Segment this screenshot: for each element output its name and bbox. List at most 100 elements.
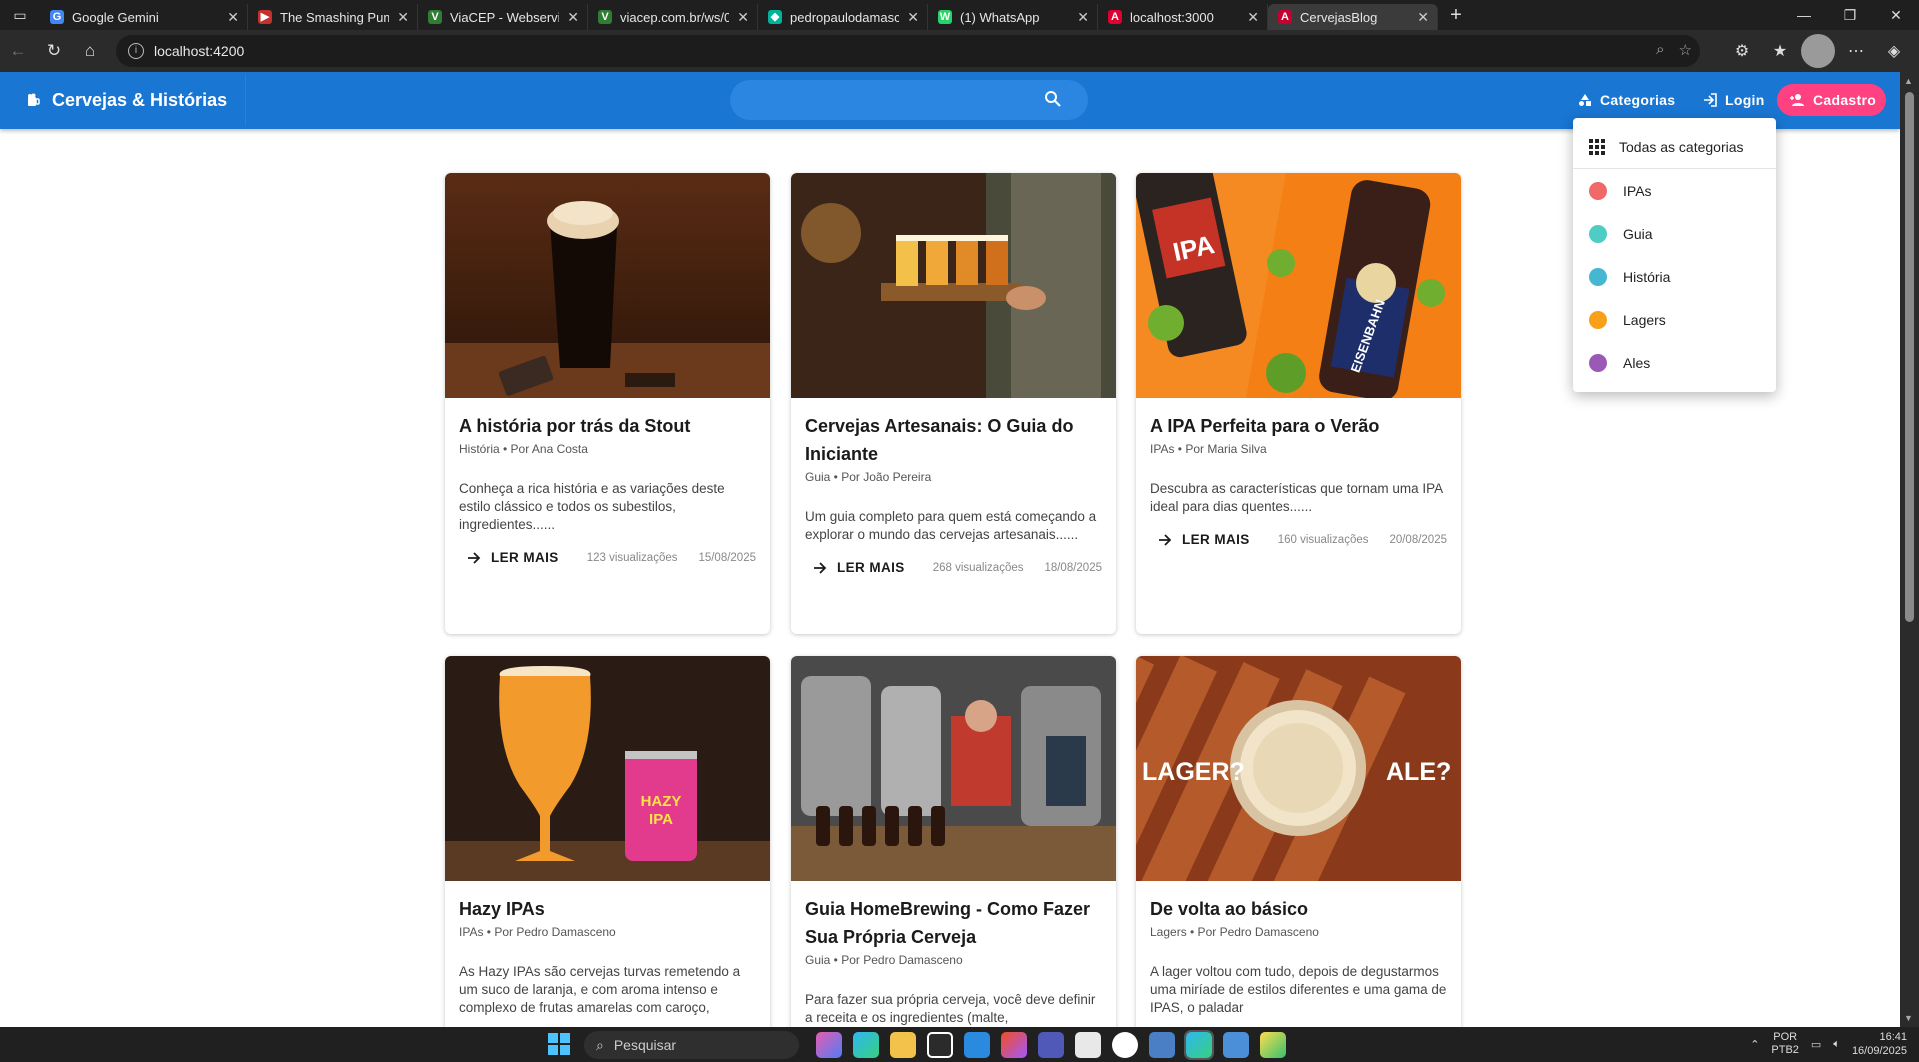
close-icon[interactable]: ✕ (227, 9, 239, 26)
notepad-icon[interactable] (1223, 1032, 1249, 1058)
clock[interactable]: 16:41 16/09/2025 (1852, 1030, 1907, 1058)
scroll-up-icon[interactable]: ▲ (1904, 76, 1913, 86)
signup-button[interactable]: Cadastro (1777, 84, 1886, 116)
read-more-button[interactable]: LER MAIS (1150, 532, 1250, 547)
tab-title: Google Gemini (72, 9, 159, 25)
page-scrollbar[interactable]: ▲ ▼ (1900, 72, 1919, 1027)
scrollbar-thumb[interactable] (1905, 92, 1914, 622)
close-icon[interactable]: ✕ (1077, 9, 1089, 26)
home-icon[interactable]: ⌂ (72, 33, 108, 69)
search-input[interactable] (730, 80, 1088, 120)
category-item-ipas[interactable]: IPAs (1573, 169, 1776, 212)
post-title[interactable]: Hazy IPAs (459, 895, 756, 923)
new-tab-button[interactable]: + (1438, 4, 1474, 27)
post-image[interactable] (445, 173, 770, 398)
read-more-button[interactable]: LER MAIS (459, 550, 559, 565)
post-title[interactable]: A história por trás da Stout (459, 412, 756, 440)
category-label: História (1623, 268, 1671, 285)
figma-icon[interactable] (1001, 1032, 1027, 1058)
scroll-down-icon[interactable]: ▼ (1904, 1013, 1913, 1023)
category-item-história[interactable]: História (1573, 255, 1776, 298)
post-title[interactable]: De volta ao básico (1150, 895, 1447, 923)
post-body: Guia HomeBrewing - Como Fazer Sua Própri… (791, 881, 1116, 1027)
app-icon[interactable] (1112, 1032, 1138, 1058)
browser-tab[interactable]: W (1) WhatsApp ✕ (928, 4, 1098, 30)
site-info-icon[interactable]: i (128, 43, 144, 59)
post-excerpt: Um guia completo para quem está começand… (805, 509, 1097, 542)
category-item-guia[interactable]: Guia (1573, 212, 1776, 255)
post-card: Cervejas Artesanais: O Guia do Iniciante… (791, 173, 1116, 634)
reload-icon[interactable]: ↻ (36, 33, 72, 69)
browser-tab[interactable]: ◆ pedropaulodamasceno | Ne ✕ (758, 4, 928, 30)
copilot-icon[interactable]: ◈ (1877, 34, 1911, 68)
close-icon[interactable]: ✕ (1417, 9, 1429, 26)
app-icon[interactable] (1260, 1032, 1286, 1058)
browser-tab[interactable]: G Google Gemini ✕ (40, 4, 248, 30)
network-icon[interactable]: ▭ (1811, 1038, 1821, 1051)
browser-tab[interactable]: Vviacep.com.br/ws/010010 ✕ (588, 4, 758, 30)
close-icon[interactable]: ✕ (737, 9, 749, 26)
copilot-app-icon[interactable] (816, 1032, 842, 1058)
tab-favicon-icon: ▶ (258, 10, 272, 24)
post-image[interactable]: LAGER? ALE? (1136, 656, 1461, 881)
language-indicator[interactable]: POR PTB2 (1771, 1031, 1799, 1057)
post-title[interactable]: A IPA Perfeita para o Verão (1150, 412, 1447, 440)
minimize-icon[interactable]: — (1781, 0, 1827, 30)
zoom-icon[interactable]: ⌕ (1656, 41, 1664, 59)
browser-tab[interactable]: A CervejasBlog ✕ (1268, 4, 1438, 30)
login-button[interactable]: Login (1703, 84, 1765, 116)
post-image[interactable] (791, 656, 1116, 881)
brand-link[interactable]: Cervejas & Histórias (6, 74, 246, 126)
chevron-up-icon[interactable]: ⌃ (1750, 1038, 1759, 1051)
category-item-ales[interactable]: Ales (1573, 341, 1776, 384)
close-window-icon[interactable]: ✕ (1873, 0, 1919, 30)
post-image[interactable]: IPA EISENBAHN (1136, 173, 1461, 398)
edge-active-icon[interactable] (1184, 1030, 1214, 1060)
categories-button[interactable]: Categorias (1578, 84, 1675, 116)
close-icon[interactable]: ✕ (1247, 9, 1259, 26)
post-footer: LER MAIS 123 visualizações 15/08/2025 (459, 550, 756, 565)
svg-text:LAGER?: LAGER? (1142, 758, 1245, 786)
restore-icon[interactable]: ❐ (1827, 0, 1873, 30)
intellij-icon[interactable] (927, 1032, 953, 1058)
browser-tab[interactable]: ▶ The Smashing Pumpkins - T ✕ (248, 4, 418, 30)
post-title[interactable]: Cervejas Artesanais: O Guia do Iniciante (805, 412, 1102, 468)
vscode-icon[interactable] (964, 1032, 990, 1058)
favorite-star-icon[interactable]: ☆ (1679, 41, 1692, 59)
back-icon[interactable]: ← (0, 33, 36, 69)
post-body: A história por trás da Stout História • P… (445, 398, 770, 565)
post-card: LAGER? ALE? De volta ao básico Lagers • Por… (1136, 656, 1461, 1027)
category-item-lagers[interactable]: Lagers (1573, 298, 1776, 341)
windows-start-icon[interactable] (548, 1033, 570, 1055)
edge-app-icon[interactable] (853, 1032, 879, 1058)
close-icon[interactable]: ✕ (907, 9, 919, 26)
post-title[interactable]: Guia HomeBrewing - Como Fazer Sua Própri… (805, 895, 1102, 951)
arrow-right-icon (814, 561, 827, 574)
category-item-all[interactable]: Todas as categorias (1573, 126, 1776, 169)
app-icon[interactable] (1149, 1032, 1175, 1058)
browser-tab[interactable]: Alocalhost:3000 ✕ (1098, 4, 1268, 30)
window-controls: — ❐ ✕ (1781, 0, 1919, 30)
taskbar-search[interactable]: ⌕ Pesquisar (584, 1031, 799, 1059)
post-image[interactable]: HAZY IPA (445, 656, 770, 881)
address-bar[interactable]: i localhost:4200 ⌕ ☆ (116, 35, 1700, 67)
teams-icon[interactable] (1038, 1032, 1064, 1058)
browser-tab[interactable]: V ViaCEP - Webservice CEP e ✕ (418, 4, 588, 30)
more-menu-icon[interactable]: ⋯ (1839, 34, 1873, 68)
search-icon[interactable] (1044, 90, 1062, 108)
profile-icon[interactable] (1801, 34, 1835, 68)
login-icon (1704, 93, 1717, 107)
browser-tab-strip: ▭ G Google Gemini ✕ ▶ The Smashing Pumpkins … (0, 0, 1919, 30)
extensions-icon[interactable]: ⚙ (1725, 34, 1759, 68)
close-icon[interactable]: ✕ (397, 9, 409, 26)
browser-toolbar: ← ↻ ⌂ i localhost:4200 ⌕ ☆ ⚙ ★ ⋯ ◈ (0, 30, 1919, 72)
volume-icon[interactable]: 🔈︎ (1833, 1038, 1840, 1051)
read-more-button[interactable]: LER MAIS (805, 560, 905, 575)
close-icon[interactable]: ✕ (567, 9, 579, 26)
favorites-icon[interactable]: ★ (1763, 34, 1797, 68)
file-explorer-icon[interactable] (890, 1032, 916, 1058)
tab-title: ViaCEP - Webservice CEP e (450, 9, 559, 25)
tab-actions-icon[interactable]: ▭ (0, 0, 40, 30)
app-icon[interactable] (1075, 1032, 1101, 1058)
post-image[interactable] (791, 173, 1116, 398)
